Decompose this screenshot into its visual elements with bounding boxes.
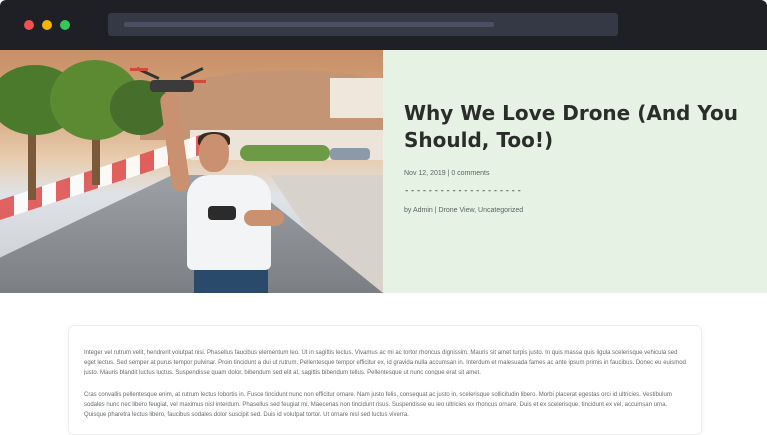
post-divider: --------------------	[404, 186, 523, 196]
hero-image	[0, 50, 383, 293]
post-date-comments[interactable]: Nov 12, 2019 | 0 comments	[404, 170, 489, 177]
post-content: Integer vel rutrum velit, hendrerit volu…	[68, 325, 702, 435]
post-hero: Why We Love Drone (And You Should, Too!)…	[0, 50, 767, 293]
post-header-panel: Why We Love Drone (And You Should, Too!)…	[383, 50, 767, 293]
window-maximize-button[interactable]	[60, 20, 70, 30]
window-close-button[interactable]	[24, 20, 34, 30]
address-bar[interactable]	[108, 13, 618, 36]
window-minimize-button[interactable]	[42, 20, 52, 30]
post-paragraph: Cras convallis pellentesque enim, at rut…	[84, 392, 672, 418]
browser-chrome	[0, 0, 767, 50]
post-byline[interactable]: by Admin | Drone View, Uncategorized	[404, 207, 523, 214]
address-bar-text	[124, 22, 494, 27]
post-paragraph: Integer vel rutrum velit, hendrerit volu…	[84, 350, 686, 375]
post-title: Why We Love Drone (And You Should, Too!)	[404, 101, 738, 152]
